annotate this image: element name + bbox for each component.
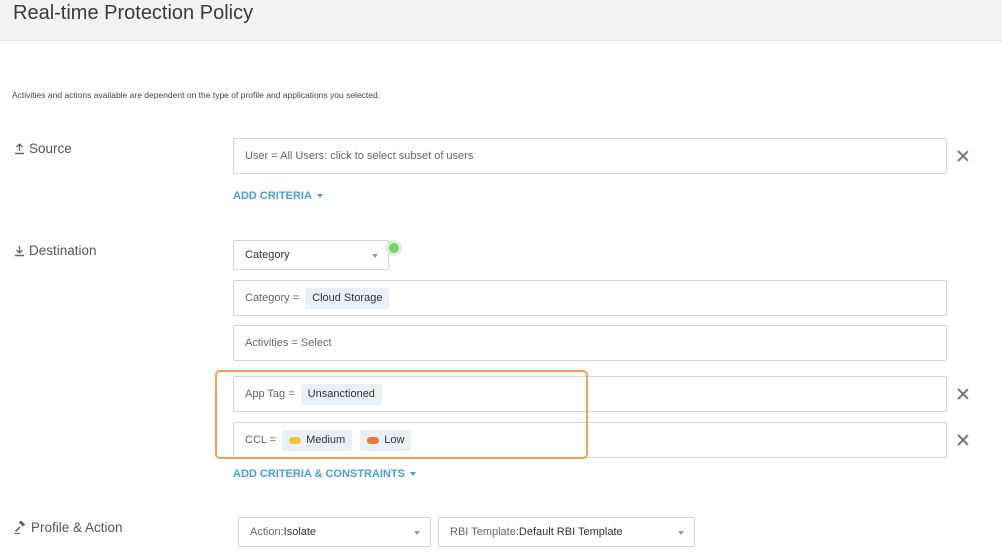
action-select-key: Action: bbox=[250, 526, 284, 538]
page-header: Real-time Protection Policy bbox=[0, 0, 1002, 41]
rbi-template-value: Default RBI Template bbox=[518, 526, 623, 538]
activities-field[interactable]: Activities = Select bbox=[233, 325, 947, 361]
profile-action-label: Profile & Action bbox=[31, 520, 123, 535]
app-tag-field[interactable]: App Tag = Unsanctioned bbox=[233, 376, 947, 412]
category-chip[interactable]: Cloud Storage bbox=[305, 287, 390, 309]
destination-label: Destination bbox=[29, 243, 97, 258]
chevron-down-icon bbox=[372, 254, 378, 258]
ccl-label: CCL = bbox=[245, 434, 277, 446]
chevron-down-icon bbox=[678, 531, 684, 535]
app-tag-chip[interactable]: Unsanctioned bbox=[300, 383, 382, 405]
destination-type-select[interactable]: Category bbox=[233, 240, 389, 270]
activities-field-text: Activities = Select bbox=[245, 337, 332, 349]
ccl-remove-icon[interactable] bbox=[957, 434, 969, 446]
app-tag-remove-icon[interactable] bbox=[957, 388, 969, 400]
source-user-field[interactable]: User = All Users: click to select subset… bbox=[233, 138, 947, 174]
add-criteria-label: ADD CRITERIA bbox=[233, 190, 312, 202]
add-criteria-constraints-label: ADD CRITERIA & CONSTRAINTS bbox=[233, 468, 405, 480]
add-criteria-constraints-button[interactable]: ADD CRITERIA & CONSTRAINTS bbox=[233, 468, 416, 480]
destination-type-value: Category bbox=[245, 249, 290, 261]
rbi-template-key: RBI Template: bbox=[450, 526, 519, 538]
cloud-icon bbox=[289, 436, 302, 444]
caret-down-icon bbox=[409, 472, 416, 476]
chevron-down-icon bbox=[414, 531, 420, 535]
upload-icon bbox=[14, 142, 25, 155]
add-criteria-button[interactable]: ADD CRITERIA bbox=[233, 190, 323, 202]
cloud-icon bbox=[367, 436, 380, 444]
rbi-template-select[interactable]: RBI Template: Default RBI Template bbox=[438, 517, 695, 547]
app-tag-label: App Tag = bbox=[245, 388, 295, 400]
source-user-text: User = All Users: click to select subset… bbox=[245, 150, 474, 162]
page-title: Real-time Protection Policy bbox=[13, 2, 254, 24]
caret-down-icon bbox=[316, 194, 323, 198]
info-note: Activities and actions available are dep… bbox=[12, 90, 381, 100]
download-icon bbox=[14, 245, 25, 257]
profile-action-section-label: Profile & Action bbox=[14, 520, 123, 535]
ccl-chip-medium[interactable]: Medium bbox=[282, 429, 353, 451]
destination-section-label: Destination bbox=[14, 243, 97, 258]
gavel-icon bbox=[14, 521, 27, 534]
source-label: Source bbox=[29, 141, 72, 156]
source-remove-icon[interactable] bbox=[957, 150, 969, 162]
status-indicator-dot bbox=[389, 243, 399, 253]
action-select[interactable]: Action: Isolate bbox=[238, 517, 431, 547]
action-select-value: Isolate bbox=[283, 526, 317, 538]
source-section-label: Source bbox=[14, 141, 72, 156]
category-field[interactable]: Category = Cloud Storage bbox=[233, 280, 947, 316]
ccl-chip-low[interactable]: Low bbox=[360, 429, 412, 451]
category-field-label: Category = bbox=[245, 292, 300, 304]
ccl-field[interactable]: CCL = Medium Low bbox=[233, 422, 947, 458]
